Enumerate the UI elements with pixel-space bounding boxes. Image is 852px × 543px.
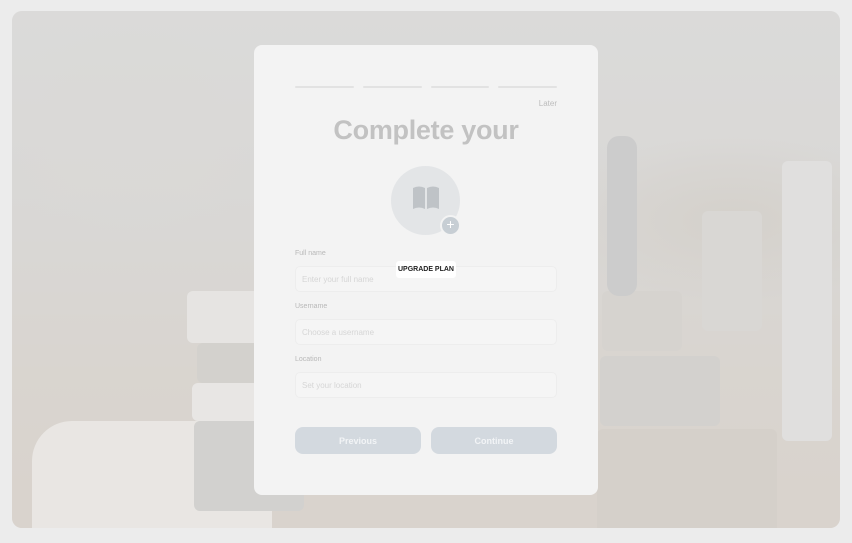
location-label: Location (295, 356, 322, 363)
bg-book (597, 429, 777, 528)
previous-button[interactable]: Previous (295, 427, 421, 454)
username-input[interactable] (295, 319, 557, 345)
username-label: Username (295, 303, 328, 310)
full-name-label: Full name (295, 250, 326, 257)
progress-step (295, 86, 354, 88)
upgrade-plan-button[interactable]: UPGRADE PLAN (396, 261, 456, 278)
continue-button[interactable]: Continue (431, 427, 557, 454)
progress-step (498, 86, 557, 88)
bg-book (600, 356, 720, 426)
location-input[interactable] (295, 372, 557, 398)
bg-book (602, 291, 682, 351)
bg-shelf (702, 211, 762, 331)
progress-bar (295, 86, 557, 88)
plus-icon[interactable]: + (440, 215, 461, 236)
bg-pen-holder (607, 136, 637, 296)
page-title: Complete your (333, 115, 519, 145)
progress-step (430, 86, 490, 88)
bg-cloth (32, 421, 272, 528)
profile-setup-modal: Later Complete your + Full name UPGRADE … (254, 45, 598, 495)
progress-step (362, 86, 422, 88)
bg-shelf (782, 161, 832, 441)
later-button[interactable]: Later (539, 99, 557, 108)
book-icon (411, 185, 441, 216)
